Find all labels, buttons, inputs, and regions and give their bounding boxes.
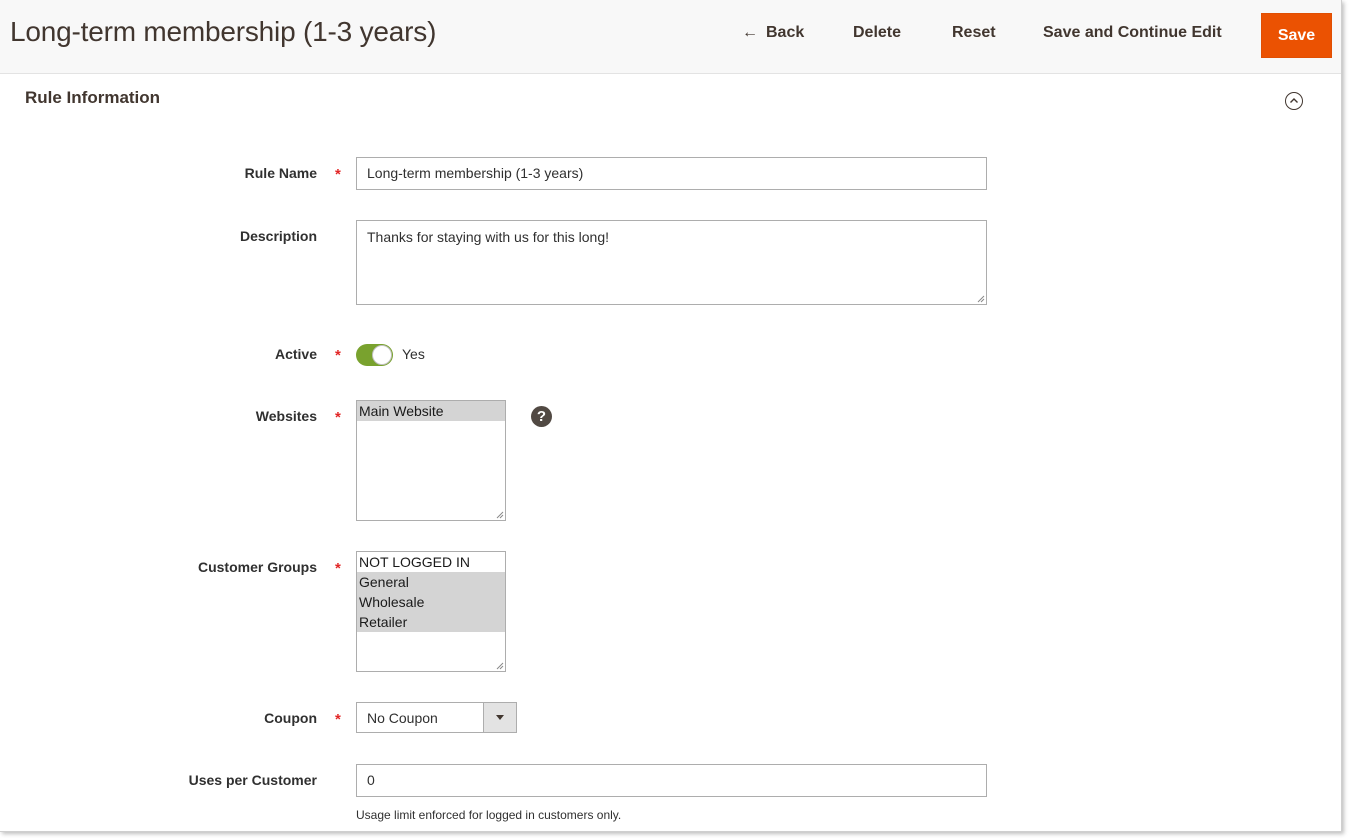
rule-name-label: Rule Name: [244, 165, 317, 181]
save-button[interactable]: Save: [1261, 13, 1332, 58]
required-mark: *: [335, 409, 341, 426]
save-and-continue-button[interactable]: Save and Continue Edit: [1043, 24, 1222, 42]
reset-button[interactable]: Reset: [952, 24, 996, 42]
arrow-left-icon: ←: [742, 24, 758, 41]
customer-group-option[interactable]: General: [357, 572, 505, 592]
description-textarea[interactable]: Thanks for staying with us for this long…: [356, 220, 987, 305]
customer-group-option[interactable]: Wholesale: [357, 592, 505, 612]
active-label: Active: [274, 346, 317, 362]
back-button-label: Back: [766, 24, 805, 41]
customer-groups-label: Customer Groups: [197, 559, 317, 575]
page-header: Long-term membership (1-3 years) ← Back D…: [0, 0, 1341, 74]
required-mark: *: [335, 166, 341, 183]
description-label: Description: [239, 228, 317, 244]
required-mark: *: [335, 711, 341, 728]
required-mark: *: [335, 347, 341, 364]
coupon-label: Coupon: [264, 710, 317, 726]
delete-button[interactable]: Delete: [853, 24, 901, 42]
toggle-knob: [372, 345, 392, 365]
description-value: Thanks for staying with us for this long…: [367, 229, 609, 245]
resize-grip-icon[interactable]: [977, 295, 985, 303]
coupon-select[interactable]: No Coupon: [356, 702, 517, 733]
websites-label: Websites: [255, 408, 317, 424]
customer-group-option[interactable]: Retailer: [357, 612, 505, 632]
section-title: Rule Information: [25, 88, 161, 107]
active-toggle[interactable]: [356, 344, 393, 366]
uses-per-customer-label: Uses per Customer: [188, 772, 317, 788]
page-title: Long-term membership (1-3 years): [10, 16, 437, 47]
uses-per-customer-input[interactable]: 0: [356, 764, 987, 797]
resize-grip-icon[interactable]: [496, 511, 504, 519]
required-mark: *: [335, 560, 341, 577]
chevron-up-circle-icon[interactable]: [1285, 92, 1303, 110]
uses-per-customer-note: Usage limit enforced for logged in custo…: [356, 808, 622, 822]
resize-grip-icon[interactable]: [496, 662, 504, 670]
websites-multiselect[interactable]: Main Website: [356, 400, 506, 521]
app-window: Long-term membership (1-3 years) ← Back D…: [0, 0, 1342, 832]
active-toggle-value: Yes: [402, 346, 425, 362]
websites-option[interactable]: Main Website: [357, 401, 505, 421]
customer-groups-multiselect[interactable]: NOT LOGGED IN General Wholesale Retailer: [356, 551, 506, 672]
chevron-down-icon: [483, 703, 516, 732]
help-icon[interactable]: ?: [531, 406, 552, 427]
back-button[interactable]: ← Back: [742, 24, 804, 42]
rule-name-input[interactable]: Long-term membership (1-3 years): [356, 157, 987, 190]
customer-group-option[interactable]: NOT LOGGED IN: [357, 552, 505, 572]
coupon-select-value: No Coupon: [367, 710, 438, 726]
